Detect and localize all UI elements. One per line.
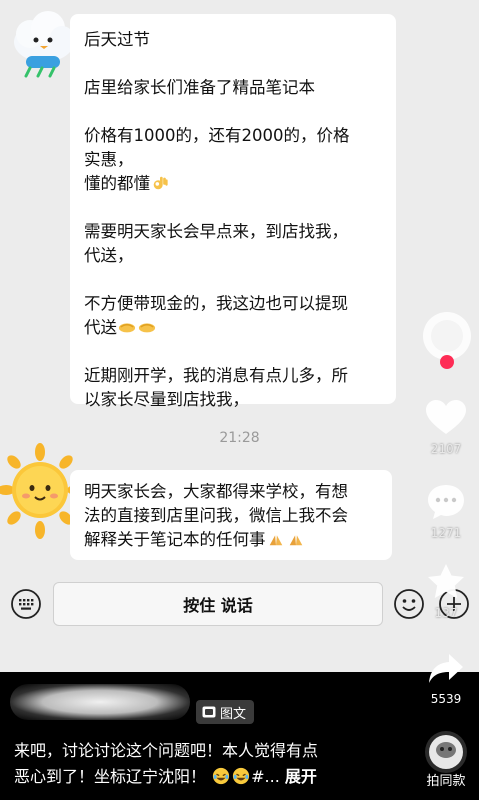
message-paragraph: 近期刚开学，我的消息有点儿多，所 以家长尽量到店找我， xyxy=(84,364,380,412)
message-line: 不方便带现金的，我这边也可以提现 xyxy=(84,294,348,313)
pray-icon xyxy=(289,535,302,546)
caption-line: 来吧，讨论讨论这个问题吧！本人觉得有点 xyxy=(14,741,319,760)
message-line: 实惠， xyxy=(84,150,134,169)
share-count: 5539 xyxy=(430,692,462,706)
favorite-button[interactable]: 137 xyxy=(418,562,474,620)
chat-bubble-2: 明天家长会，大家都得来学校，有想 法的直接到店里问我，微信上我不会 解释关于笔记… xyxy=(70,470,392,560)
message-paragraph: 需要明天家长会早点来，到店找我， 代送， xyxy=(84,220,380,268)
creator-avatar[interactable] xyxy=(421,310,473,370)
message-line: 法的直接到店里问我，微信上我不会 xyxy=(84,506,348,525)
like-button[interactable]: 2107 xyxy=(418,398,474,456)
handshake-icon xyxy=(118,323,136,333)
post-caption[interactable]: 来吧，讨论讨论这个问题吧！本人觉得有点 恶心到了！坐标辽宁沈阳！ #... 展开 xyxy=(14,738,404,790)
message-line: 解释关于笔记本的任何事 xyxy=(84,530,266,549)
screen: 后天过节 店里给家长们准备了精品笔记本 价格有1000的，还有2000的，价格实… xyxy=(0,0,479,800)
chat-bubble-1: 后天过节 店里给家长们准备了精品笔记本 价格有1000的，还有2000的，价格实… xyxy=(70,14,396,409)
message-line: 代送， xyxy=(84,246,134,265)
same-style-label[interactable]: 拍同款 xyxy=(414,770,478,789)
comment-button[interactable]: 1271 xyxy=(418,482,474,540)
keyboard-icon[interactable] xyxy=(10,588,42,620)
image-icon xyxy=(202,706,216,718)
laugh-cry-icon xyxy=(233,767,250,785)
message-line: 明天家长会，大家都得来学校，有想 xyxy=(84,482,348,501)
comment-icon xyxy=(428,485,464,519)
ok-hand-icon xyxy=(153,176,168,190)
tag-label: 图文 xyxy=(220,706,247,722)
share-button[interactable]: 5539 xyxy=(418,650,474,706)
message-line: 懂的都懂 xyxy=(84,174,150,193)
pray-icon xyxy=(269,535,282,546)
message-line: 价格有1000的，还有2000的，价格 xyxy=(84,126,350,145)
message-line: 代送 xyxy=(84,318,117,337)
share-icon xyxy=(429,654,463,683)
music-disc-avatar[interactable] xyxy=(419,730,473,774)
hold-to-talk-button[interactable]: 按住 说话 xyxy=(53,582,383,626)
caption-hashtag: #... xyxy=(251,767,280,786)
message-line: 以家长尽量到店找我， xyxy=(84,390,249,409)
message-line: 近期刚开学，我的消息有点儿多，所 xyxy=(84,366,348,385)
comment-count: 1271 xyxy=(430,526,462,540)
expand-link[interactable]: 展开 xyxy=(285,767,317,786)
message-line: 店里给家长们准备了精品笔记本 xyxy=(84,78,315,97)
caption-line: 恶心到了！坐标辽宁沈阳！ xyxy=(14,767,207,786)
message-line: 后天过节 xyxy=(84,30,150,49)
laugh-cry-icon xyxy=(213,767,230,785)
like-count: 2107 xyxy=(430,442,462,456)
favorite-count: 137 xyxy=(434,606,458,620)
author-name-blurred[interactable] xyxy=(10,684,190,720)
message-paragraph: 价格有1000的，还有2000的，价格 实惠， 懂的都懂 xyxy=(84,124,380,196)
message-paragraph: 不方便带现金的，我这边也可以提现 代送 xyxy=(84,292,380,340)
handshake-icon xyxy=(138,323,156,333)
heart-icon xyxy=(426,400,466,434)
chat-input-bar: 按住 说话 xyxy=(0,578,479,632)
star-icon xyxy=(428,564,464,598)
image-post-tag: 图文 xyxy=(196,700,255,724)
message-line: 需要明天家长会早点来，到店找我， xyxy=(84,222,348,241)
